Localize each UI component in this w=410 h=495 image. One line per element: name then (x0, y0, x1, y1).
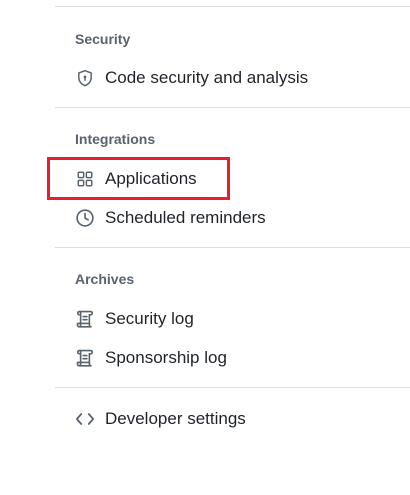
section-divider (55, 387, 410, 388)
shield-lock-icon (75, 68, 95, 88)
section-heading-security: Security (75, 31, 131, 47)
settings-sidebar: Security Code security and analysis Inte… (0, 0, 410, 495)
sidebar-item-label: Code security and analysis (105, 68, 309, 87)
log-icon (75, 348, 95, 368)
clock-icon (75, 208, 95, 228)
section-heading-integrations: Integrations (75, 131, 156, 147)
sidebar-item-label: Security log (105, 309, 194, 328)
section-divider (55, 6, 410, 7)
section-heading-archives: Archives (75, 271, 135, 287)
section-divider (55, 247, 410, 248)
sidebar-item-applications[interactable]: Applications (62, 161, 392, 197)
section-divider (55, 107, 410, 108)
sidebar-item-label: Developer settings (105, 409, 246, 428)
sidebar-item-security-log[interactable]: Security log (62, 301, 392, 337)
log-icon (75, 309, 95, 329)
code-icon (75, 409, 95, 429)
sidebar-item-label: Scheduled reminders (105, 208, 266, 227)
sidebar-item-sponsorship-log[interactable]: Sponsorship log (62, 340, 392, 376)
sidebar-item-code-security-and-analysis[interactable]: Code security and analysis (62, 60, 392, 96)
apps-grid-icon (75, 169, 95, 189)
sidebar-item-label: Applications (105, 169, 197, 188)
sidebar-item-label: Sponsorship log (105, 348, 227, 367)
sidebar-item-developer-settings[interactable]: Developer settings (62, 401, 392, 437)
sidebar-item-scheduled-reminders[interactable]: Scheduled reminders (62, 200, 392, 236)
